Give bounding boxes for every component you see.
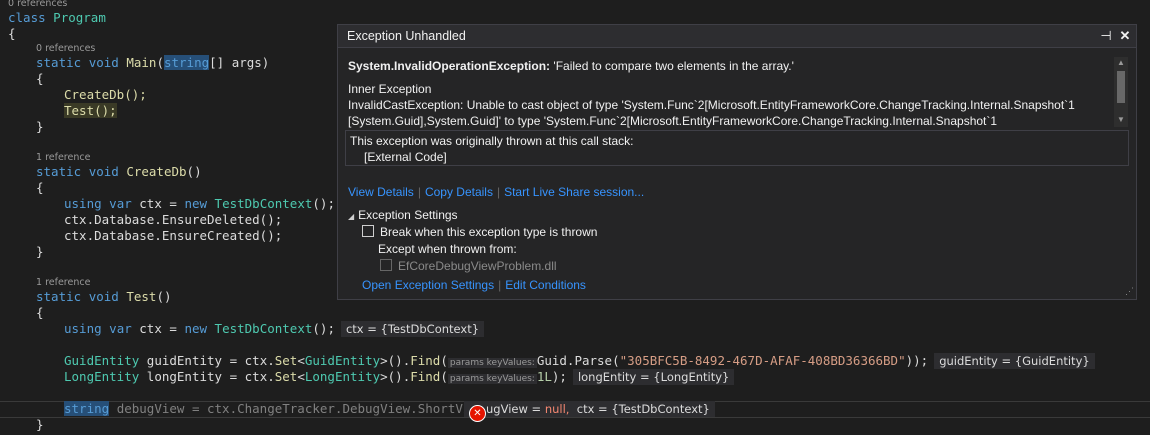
scroll-thumb[interactable] xyxy=(1117,71,1125,103)
codelens-createdb-refs[interactable]: 1 reference xyxy=(36,152,90,164)
codelens-main-refs[interactable]: 0 references xyxy=(36,43,95,55)
code-line-debugview: string debugView = ctx.ChangeTracker.Deb… xyxy=(64,401,493,416)
code-line-long-find: LongEntity longEntity = ctx.Set<LongEnti… xyxy=(64,369,735,385)
code-brace: } xyxy=(36,417,44,432)
code-brace: } xyxy=(36,119,44,134)
code-line-createdb-call: CreateDb(); xyxy=(64,87,147,102)
collapse-triangle-icon: ◢ xyxy=(348,212,355,221)
inner-exception-line: [System.Guid],System.Guid]' to type 'Sys… xyxy=(348,114,998,128)
code-line-ensure-deleted: ctx.Database.EnsureDeleted(); xyxy=(64,212,283,227)
divider xyxy=(338,47,1136,48)
code-line-main: static void Main(string[] args) xyxy=(36,55,270,70)
inner-exception-header: Inner Exception xyxy=(348,82,432,96)
code-line-test-sig: static void Test() xyxy=(36,289,172,304)
dialog-title: Exception Unhandled xyxy=(347,29,466,43)
code-line-class: class Program xyxy=(8,10,106,25)
pin-icon[interactable]: ⊣ xyxy=(1098,28,1114,44)
live-share-link[interactable]: Start Live Share session... xyxy=(504,185,644,199)
inner-exception-line: InvalidCastException: Unable to cast obj… xyxy=(348,98,1075,112)
exception-dialog: Exception Unhandled ⊣ ✕ System.InvalidOp… xyxy=(337,24,1137,300)
edit-conditions-link[interactable]: Edit Conditions xyxy=(505,278,586,292)
code-brace: { xyxy=(36,180,44,195)
open-exception-settings-link[interactable]: Open Exception Settings xyxy=(362,278,494,292)
param-hint: params keyValues: xyxy=(447,374,537,384)
datatip-guid-entity[interactable]: guidEntity = {GuidEntity} xyxy=(934,353,1095,369)
datatip-long-entity[interactable]: longEntity = {LongEntity} xyxy=(572,369,735,385)
code-line-guid-find: GuidEntity guidEntity = ctx.Set<GuidEnti… xyxy=(64,353,1095,369)
code-line-ensure-created: ctx.Database.EnsureCreated(); xyxy=(64,228,283,243)
code-line-using-ctx: using var ctx = new TestDbContext(); xyxy=(64,196,335,211)
code-brace: { xyxy=(36,305,44,320)
call-stack-header: This exception was originally thrown at … xyxy=(350,134,634,148)
param-hint: params keyValues: xyxy=(447,358,537,368)
except-label: Except when thrown from: xyxy=(378,242,517,256)
message-scrollbar[interactable]: ▲ ▼ xyxy=(1114,57,1128,127)
action-links: View Details | Copy Details | Start Live Sha… xyxy=(348,185,645,199)
code-line-using-ctx-test: using var ctx = new TestDbContext(); ctx … xyxy=(64,321,485,337)
datatip-ctx[interactable]: ctx = {TestDbContext} xyxy=(340,321,485,337)
code-line-test-call: Test(); xyxy=(64,103,117,118)
dll-checkbox: EfCoreDebugViewProblem.dll xyxy=(380,259,557,273)
checkbox-disabled-icon xyxy=(380,259,392,271)
exception-settings-toggle[interactable]: ◢ Exception Settings xyxy=(348,208,458,222)
dialog-title-bar[interactable]: Exception Unhandled ⊣ ✕ xyxy=(338,25,1136,47)
code-brace: { xyxy=(8,26,16,41)
code-line-createdb-sig: static void CreateDb() xyxy=(36,164,202,179)
view-details-link[interactable]: View Details xyxy=(348,185,414,199)
call-stack-panel: This exception was originally thrown at … xyxy=(345,130,1129,166)
close-icon[interactable]: ✕ xyxy=(1117,28,1133,44)
break-checkbox[interactable]: Break when this exception type is thrown xyxy=(362,225,597,239)
scroll-down-icon[interactable]: ▼ xyxy=(1116,115,1126,125)
code-brace: } xyxy=(36,244,44,259)
scroll-up-icon[interactable]: ▲ xyxy=(1116,58,1126,68)
settings-links: Open Exception Settings | Edit Conditions xyxy=(362,278,586,292)
call-stack-item[interactable]: [External Code] xyxy=(364,150,447,164)
resize-grip-icon[interactable]: ⋰ xyxy=(1125,286,1134,297)
code-brace: { xyxy=(36,71,44,86)
exception-message: System.InvalidOperationException: 'Faile… xyxy=(348,59,794,73)
checkbox-icon xyxy=(362,225,374,237)
codelens-test-refs[interactable]: 1 reference xyxy=(36,277,90,289)
copy-details-link[interactable]: Copy Details xyxy=(425,185,493,199)
datatip-debugview[interactable]: ✕ ugView = null, ctx = {TestDbContext} xyxy=(464,401,715,422)
error-icon: ✕ xyxy=(469,405,486,422)
codelens-class-refs[interactable]: 0 references xyxy=(8,0,67,10)
